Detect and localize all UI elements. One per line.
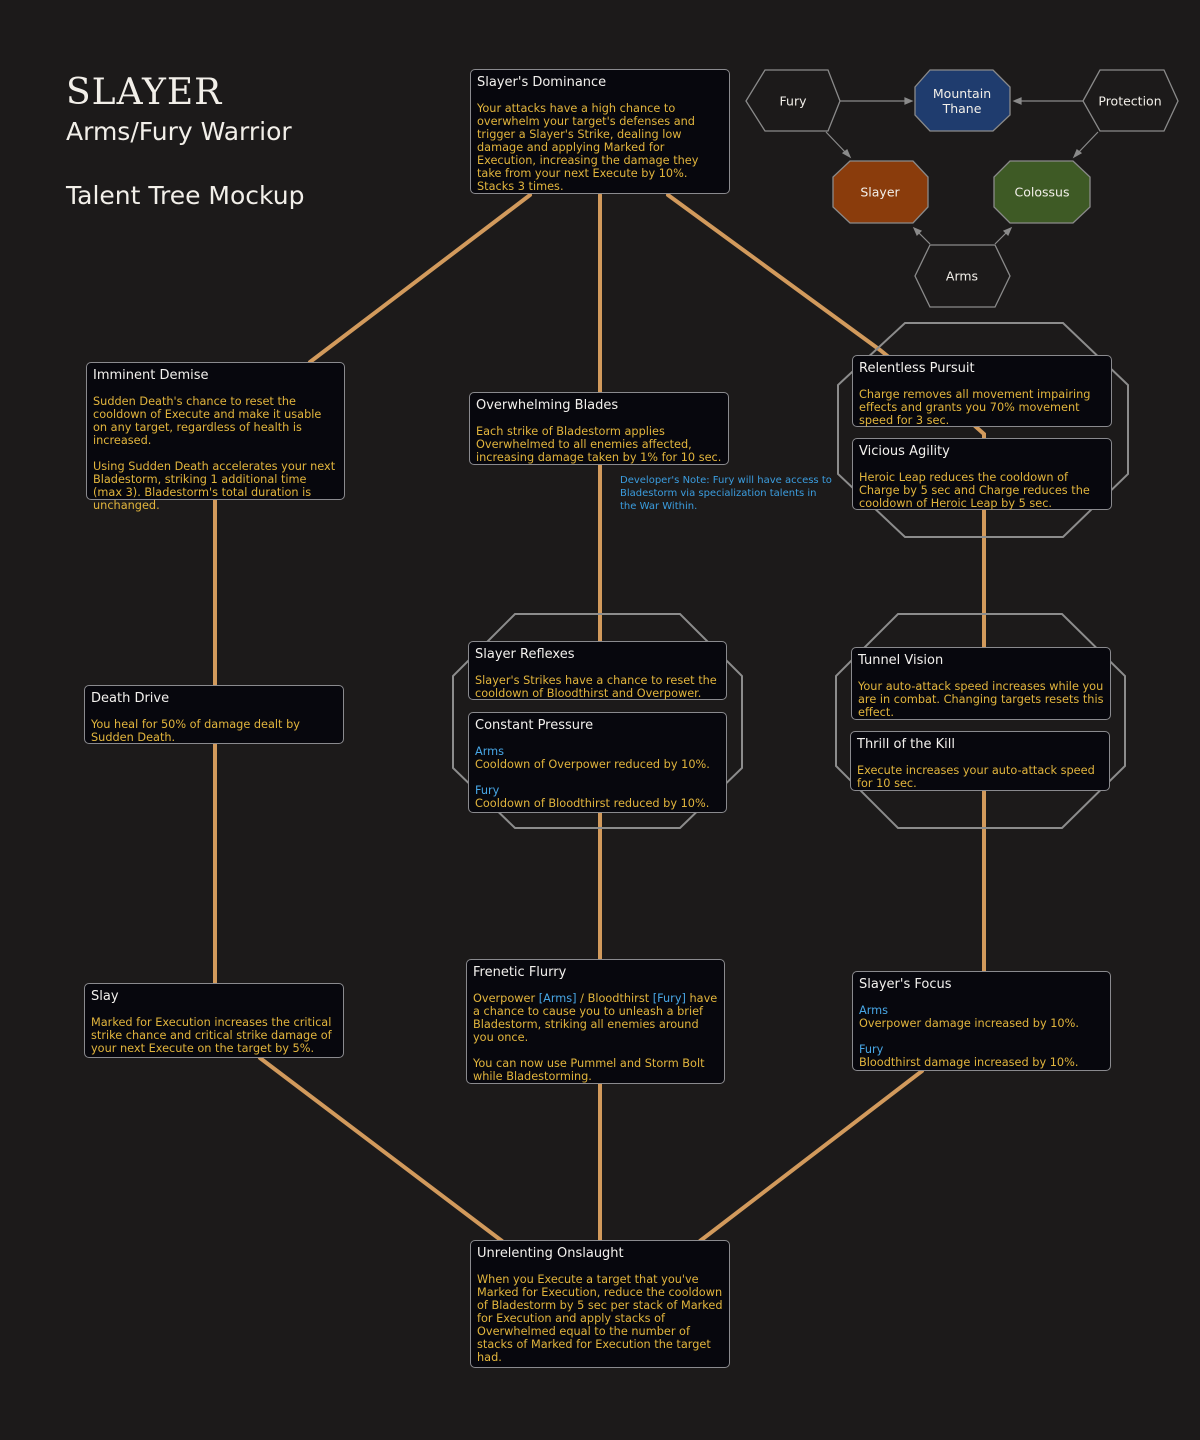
spec-label-fury: Fury	[475, 784, 500, 797]
hero-map-label-mountain-thane: Mountain Thane	[932, 86, 992, 116]
spec-label-arms: Arms	[475, 745, 505, 758]
talent-name: Thrill of the Kill	[857, 737, 955, 752]
talent-name: Slayer's Dominance	[477, 75, 607, 90]
connector-slay-onslaught	[258, 1056, 504, 1243]
arrow-fury-slayer	[825, 131, 848, 155]
talent-desc: Overpower [Arms] / Bloodthirst [Fury] ha…	[473, 992, 718, 1044]
talent-card-constant-pressure[interactable]: Constant Pressure Arms Cooldown of Overp…	[468, 712, 727, 813]
desc-part: Overpower	[473, 992, 539, 1005]
page-caption: Talent Tree Mockup	[66, 181, 305, 210]
hero-map-label-fury: Fury	[779, 93, 807, 109]
developer-note: Developer's Note: Fury will have access …	[620, 475, 832, 512]
talent-name: Death Drive	[91, 691, 170, 706]
talent-name: Relentless Pursuit	[859, 361, 975, 376]
spec-tag-fury: [Fury]	[652, 992, 686, 1005]
talent-desc: Sudden Death's chance to reset the coold…	[93, 395, 322, 447]
talent-name: Imminent Demise	[93, 368, 209, 383]
spec-tag-arms: [Arms]	[538, 992, 577, 1005]
talent-name: Slayer's Focus	[859, 977, 952, 992]
talent-card-slayers-dominance[interactable]: Slayer's Dominance Your attacks have a h…	[470, 69, 730, 194]
talent-name: Constant Pressure	[475, 718, 594, 733]
page-title: SLAYER	[66, 72, 223, 113]
connector-focus-onslaught	[698, 1069, 924, 1243]
spec-label-fury: Fury	[859, 1043, 884, 1056]
page-subtitle: Arms/Fury Warrior	[66, 117, 292, 146]
arrowhead-protection-thane	[1012, 97, 1022, 105]
talent-card-vicious-agility[interactable]: Vicious Agility Heroic Leap reduces the …	[852, 438, 1112, 510]
talent-desc-secondary: Using Sudden Death accelerates your next…	[93, 460, 336, 512]
talent-card-imminent-demise[interactable]: Imminent Demise Sudden Death's chance to…	[86, 362, 345, 512]
talent-desc: Slayer's Strikes have a chance to reset …	[475, 674, 717, 700]
hero-map-label-protection: Protection	[1098, 93, 1162, 109]
talent-card-thrill-of-the-kill[interactable]: Thrill of the Kill Execute increases you…	[850, 731, 1110, 791]
hero-map-label-arms: Arms	[945, 268, 979, 284]
talent-card-slayers-focus[interactable]: Slayer's Focus Arms Overpower damage inc…	[852, 971, 1111, 1071]
talent-name: Frenetic Flurry	[473, 965, 567, 980]
talent-desc: Heroic Leap reduces the cooldown of Char…	[859, 471, 1090, 510]
spec-label-arms: Arms	[859, 1004, 889, 1017]
talent-desc: When you Execute a target that you've Ma…	[477, 1273, 723, 1364]
talent-desc: Marked for Execution increases the criti…	[91, 1016, 332, 1055]
talent-name: Slayer Reflexes	[475, 647, 575, 662]
arrowhead-fury-thane	[904, 97, 914, 105]
talent-desc: Your auto-attack speed increases while y…	[858, 680, 1104, 719]
talent-name: Vicious Agility	[859, 444, 950, 459]
talent-card-slay[interactable]: Slay Marked for Execution increases the …	[84, 983, 344, 1058]
talent-card-unrelenting-onslaught[interactable]: Unrelenting Onslaught When you Execute a…	[470, 1240, 730, 1368]
talent-card-frenetic-flurry[interactable]: Frenetic Flurry Overpower [Arms] / Blood…	[466, 959, 725, 1084]
talent-desc-fury: Bloodthirst damage increased by 10%.	[859, 1056, 1079, 1069]
talent-card-overwhelming-blades[interactable]: Overwhelming Blades Each strike of Blade…	[469, 392, 729, 465]
spec-block-fury: Fury Cooldown of Bloodthirst reduced by …	[475, 784, 720, 810]
talent-desc: You heal for 50% of damage dealt by Sudd…	[91, 718, 300, 744]
arrow-protection-colossus	[1076, 131, 1099, 155]
talent-name: Unrelenting Onslaught	[477, 1246, 624, 1261]
hero-map-label-colossus: Colossus	[1014, 184, 1070, 200]
talent-desc-arms: Overpower damage increased by 10%.	[859, 1017, 1079, 1030]
talent-desc: Your attacks have a high chance to overw…	[477, 102, 699, 193]
talent-desc: Execute increases your auto-attack speed…	[857, 764, 1095, 790]
talent-card-relentless-pursuit[interactable]: Relentless Pursuit Charge removes all mo…	[852, 355, 1112, 427]
talent-card-tunnel-vision[interactable]: Tunnel Vision Your auto-attack speed inc…	[851, 647, 1111, 720]
hero-map-label-slayer: Slayer	[860, 184, 900, 200]
spec-block-arms: Arms Cooldown of Overpower reduced by 10…	[475, 745, 720, 771]
talent-card-death-drive[interactable]: Death Drive You heal for 50% of damage d…	[84, 685, 344, 744]
talent-desc: Each strike of Bladestorm applies Overwh…	[476, 425, 722, 464]
talent-desc-arms: Cooldown of Overpower reduced by 10%.	[475, 758, 710, 771]
talent-name: Overwhelming Blades	[476, 398, 619, 413]
talent-desc: Charge removes all movement impairing ef…	[859, 388, 1091, 427]
spec-block-arms: Arms Overpower damage increased by 10%.	[859, 1004, 1104, 1030]
spec-block-fury: Fury Bloodthirst damage increased by 10%…	[859, 1043, 1104, 1069]
talent-desc-secondary: You can now use Pummel and Storm Bolt wh…	[473, 1057, 705, 1083]
talent-card-slayer-reflexes[interactable]: Slayer Reflexes Slayer's Strikes have a …	[468, 641, 727, 700]
talent-name: Tunnel Vision	[858, 653, 944, 668]
talent-desc-fury: Cooldown of Bloodthirst reduced by 10%.	[475, 797, 710, 810]
desc-part: / Bloodthirst	[576, 992, 653, 1005]
title-block: SLAYER Arms/Fury Warrior Talent Tree Moc…	[66, 72, 304, 212]
talent-name: Slay	[91, 989, 119, 1004]
connector-dominance-imminent	[308, 193, 532, 364]
